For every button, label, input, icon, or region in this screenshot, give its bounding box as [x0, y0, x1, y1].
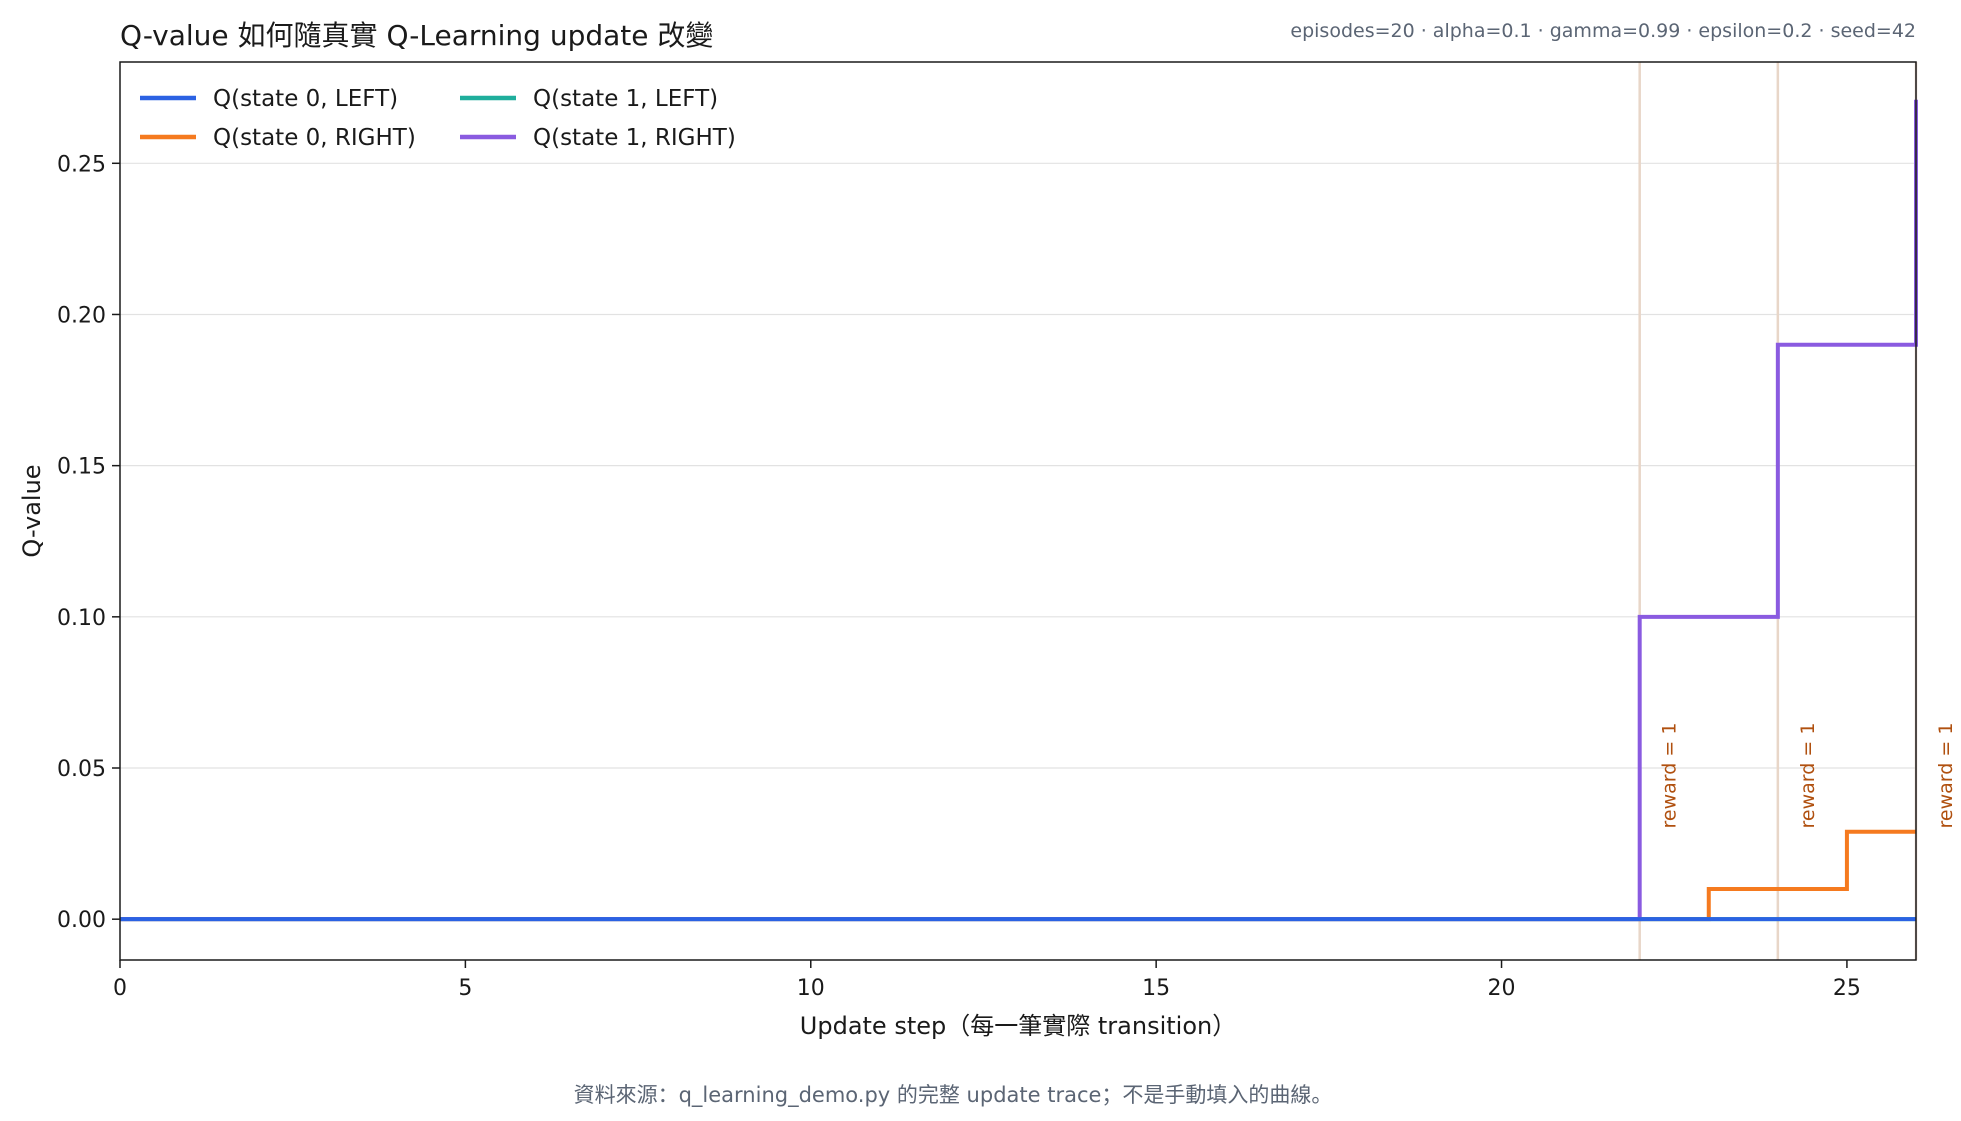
reward-annotations: reward = 1 reward = 1 reward = 1 — [1659, 723, 1957, 829]
series-lines — [120, 99, 1918, 922]
y-tick-label: 0.15 — [57, 455, 106, 480]
legend-label: Q(state 0, RIGHT) — [213, 125, 416, 151]
plot-frame — [119, 61, 1917, 961]
x-tick-label: 10 — [797, 976, 825, 1001]
x-axis-label: Update step（每一筆實際 transition） — [800, 1012, 1236, 1040]
legend: Q(state 0, LEFT) Q(state 0, RIGHT) Q(state… — [140, 86, 736, 151]
legend-label: Q(state 0, LEFT) — [213, 86, 398, 112]
reward-annotation: reward = 1 — [1659, 723, 1681, 829]
series-line-1 — [120, 829, 1916, 922]
x-axis-ticks: 0 5 10 15 20 25 — [113, 960, 1861, 1001]
y-tick-label: 0.20 — [57, 303, 106, 328]
grid — [120, 162, 1916, 920]
q-value-chart: Q-value 如何隨真實 Q-Learning update 改變 episo… — [18, 19, 1957, 1108]
chart-title: Q-value 如何隨真實 Q-Learning update 改變 — [120, 19, 713, 52]
y-tick-label: 0.10 — [57, 606, 106, 631]
series-line-3 — [120, 99, 1918, 922]
x-tick-label: 20 — [1488, 976, 1516, 1001]
x-tick-label: 15 — [1142, 976, 1170, 1001]
reward-annotation: reward = 1 — [1935, 723, 1957, 829]
x-tick-label: 0 — [113, 976, 127, 1001]
x-tick-label: 25 — [1833, 976, 1861, 1001]
y-tick-label: 0.00 — [57, 908, 106, 933]
source-note: 資料來源：q_learning_demo.py 的完整 update trace… — [574, 1083, 1333, 1108]
x-tick-label: 5 — [458, 976, 472, 1001]
legend-label: Q(state 1, RIGHT) — [533, 125, 736, 151]
params-text: episodes=20 · alpha=0.1 · gamma=0.99 · e… — [1290, 20, 1916, 42]
reward-annotation: reward = 1 — [1797, 723, 1819, 829]
y-axis-ticks: 0.00 0.05 0.10 0.15 0.20 0.25 — [57, 152, 120, 933]
y-axis-label: Q-value — [18, 464, 46, 557]
y-tick-label: 0.25 — [57, 152, 106, 177]
legend-label: Q(state 1, LEFT) — [533, 86, 718, 112]
y-tick-label: 0.05 — [57, 757, 106, 782]
